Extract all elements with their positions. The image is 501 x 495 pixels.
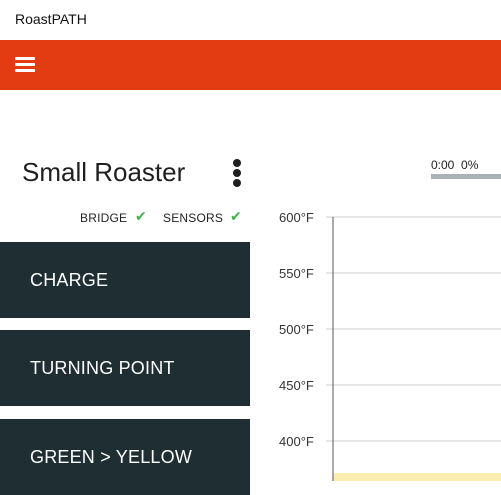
y-tick-label: 400°F (279, 434, 314, 449)
roast-percent: 0% (461, 158, 479, 172)
chart-gridlines (326, 216, 501, 442)
y-tick-label: 550°F (279, 266, 314, 281)
more-options-icon[interactable] (228, 158, 246, 188)
green-yellow-button-label: GREEN > YELLOW (30, 447, 193, 467)
app-title: RoastPATH (15, 11, 87, 27)
bridge-status-label: BRIDGE (80, 211, 128, 225)
chart-highlight-band (333, 473, 501, 481)
roast-timer: 0:00 0% (431, 158, 478, 172)
turning-point-button[interactable]: TURNING POINT (0, 330, 250, 406)
y-tick-label: 450°F (279, 378, 314, 393)
window-titlebar: RoastPATH (0, 0, 501, 40)
roast-time: 0:00 (431, 158, 455, 172)
turning-point-button-label: TURNING POINT (30, 358, 175, 378)
charge-button[interactable]: CHARGE (0, 242, 250, 318)
sensors-check-icon: ✔ (230, 208, 242, 224)
app-header-bar (0, 40, 501, 90)
hamburger-menu-icon[interactable] (15, 57, 35, 73)
y-tick-label: 500°F (279, 322, 314, 337)
roaster-name: Small Roaster (22, 157, 186, 187)
bridge-check-icon: ✔ (135, 208, 147, 224)
green-yellow-button[interactable]: GREEN > YELLOW (0, 419, 250, 495)
sensors-status-label: SENSORS (163, 211, 224, 225)
charge-button-label: CHARGE (30, 270, 109, 290)
roast-progress-bar (431, 174, 501, 179)
y-tick-label: 600°F (279, 210, 314, 225)
